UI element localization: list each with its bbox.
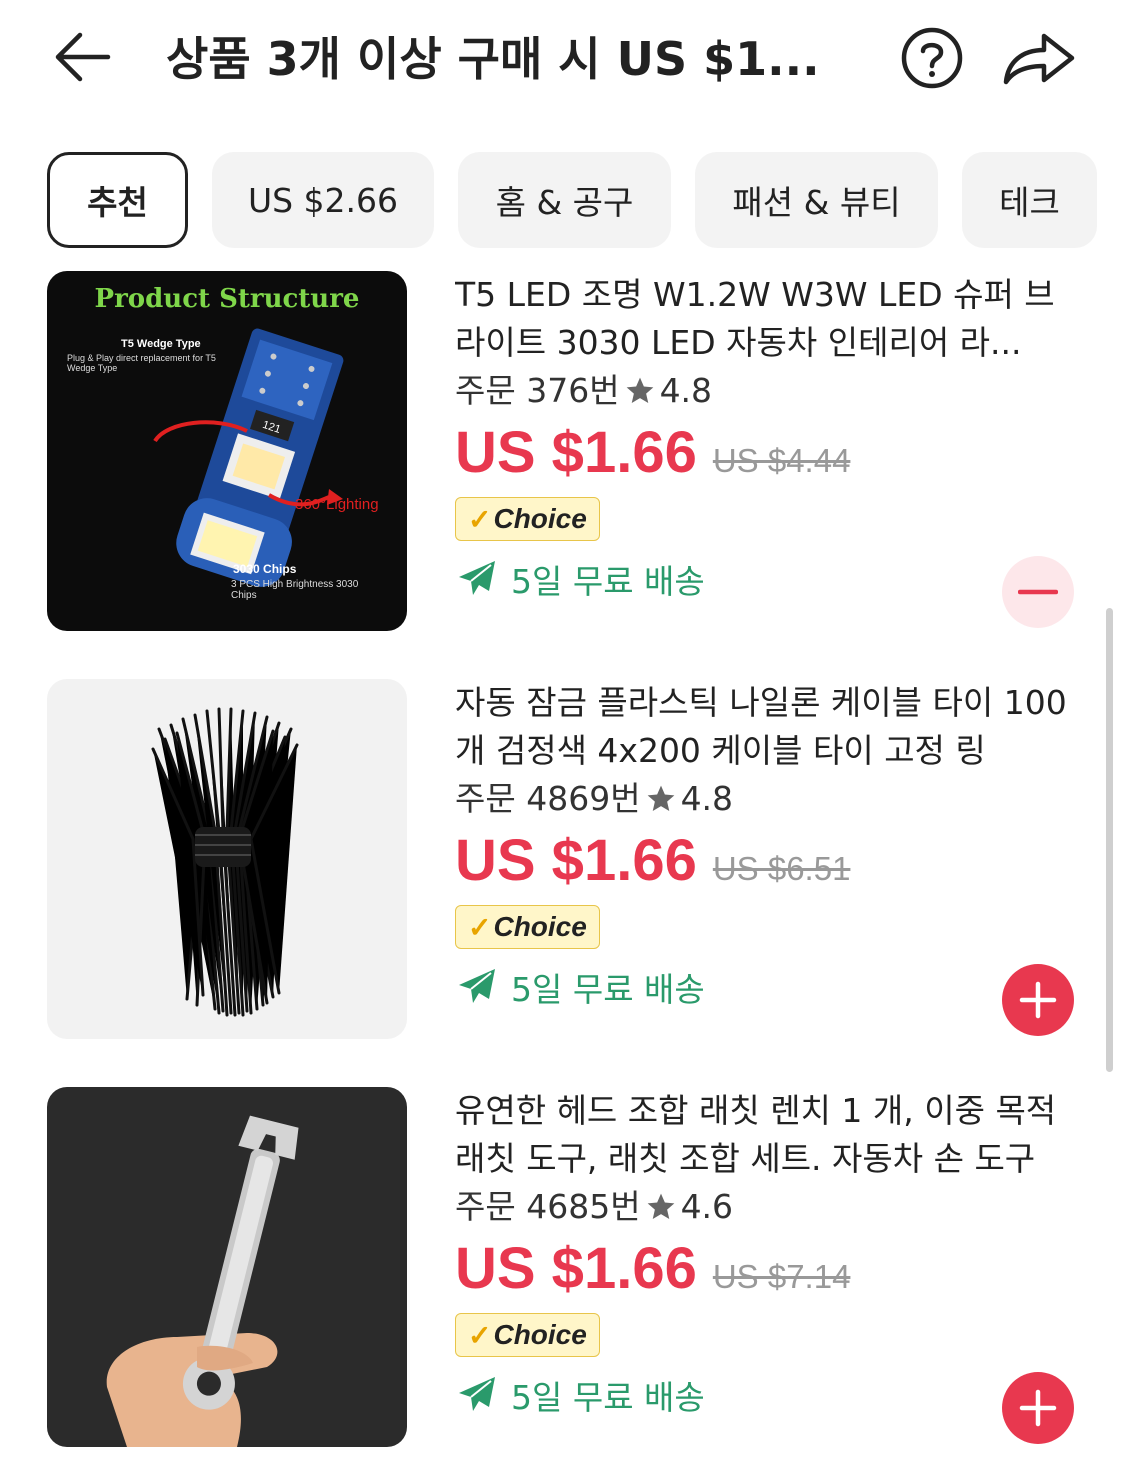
add-to-cart-button[interactable] <box>1002 1372 1074 1444</box>
tab-price[interactable]: US $2.66 <box>212 152 434 248</box>
product-card[interactable]: 자동 잠금 플라스틱 나일론 케이블 타이 100 개 검정색 4x200 케이… <box>0 679 1124 1039</box>
rating-value: 4.8 <box>659 371 713 410</box>
order-count: 주문 4869번 <box>455 779 641 818</box>
check-icon: ✓ <box>468 911 492 943</box>
choice-badge-label: Choice <box>493 503 587 534</box>
image-label-type: T5 Wedge Type <box>121 338 201 350</box>
original-price: US $6.51 <box>712 850 851 887</box>
product-stats: 주문 4869번 4.8 <box>455 775 1085 823</box>
order-count: 주문 4685번 <box>455 1187 641 1226</box>
shipping-info: 5일 무료 배송 <box>455 963 1085 1011</box>
airplane-icon <box>459 969 495 1003</box>
choice-badge-label: Choice <box>493 911 587 942</box>
sale-price: US $1.66 <box>455 828 697 893</box>
sale-price: US $1.66 <box>455 1236 697 1301</box>
image-label-chips-sub: 3 PCS High Brightness 3030 Chips <box>231 579 359 601</box>
product-image[interactable] <box>47 679 407 1039</box>
image-label-plug: Plug & Play direct replacement for T5 We… <box>67 353 216 373</box>
product-info: 자동 잠금 플라스틱 나일론 케이블 타이 100 개 검정색 4x200 케이… <box>455 679 1085 1011</box>
check-icon: ✓ <box>468 1319 492 1351</box>
shipping-label: 5일 무료 배송 <box>511 1378 705 1417</box>
question-circle-icon <box>901 27 963 89</box>
image-label-chips: 3030 Chips <box>233 562 297 576</box>
share-button[interactable] <box>1000 26 1078 90</box>
shipping-info: 5일 무료 배송 <box>455 555 1085 603</box>
star-icon <box>626 377 653 403</box>
airplane-icon <box>459 1377 495 1411</box>
led-bulb-image: Product Structure T5 Wedge Type Plug & P… <box>67 284 379 601</box>
plus-icon <box>1019 1389 1057 1427</box>
choice-badge: ✓ Choice <box>455 1313 600 1357</box>
tab-fashion-beauty[interactable]: 패션 & 뷰티 <box>695 152 938 248</box>
share-arrow-icon <box>1003 33 1075 85</box>
product-card[interactable]: 유연한 헤드 조합 래칫 렌치 1 개, 이중 목적 래칫 도구, 래칫 조합 … <box>0 1087 1124 1447</box>
tab-recommended[interactable]: 추천 <box>47 152 188 248</box>
cable-ties-image <box>151 707 299 1017</box>
tab-tech[interactable]: 테크 <box>962 152 1097 248</box>
price-row: US $1.66 US $4.44 <box>455 419 1085 487</box>
star-icon <box>647 785 674 811</box>
image-label-lighting: 360°Lighting <box>295 496 379 513</box>
product-card[interactable]: Product Structure T5 Wedge Type Plug & P… <box>0 271 1124 631</box>
top-bar: 상품 3개 이상 구매 시 US $1... <box>0 0 1124 130</box>
arrow-left-icon <box>55 32 111 82</box>
product-image[interactable] <box>47 1087 407 1447</box>
rating-value: 4.6 <box>680 1187 734 1226</box>
image-heading: Product Structure <box>95 284 360 314</box>
category-tabs: 추천 US $2.66 홈 & 공구 패션 & 뷰티 테크 <box>0 152 1124 248</box>
product-title[interactable]: T5 LED 조명 W1.2W W3W LED 슈퍼 브라이트 3030 LED… <box>455 271 1085 367</box>
shipping-info: 5일 무료 배송 <box>455 1371 1085 1419</box>
add-to-cart-button[interactable] <box>1002 964 1074 1036</box>
product-stats: 주문 376번 4.8 <box>455 367 1085 415</box>
original-price: US $7.14 <box>712 1258 851 1295</box>
back-button[interactable] <box>52 26 114 88</box>
original-price: US $4.44 <box>712 442 851 479</box>
shipping-label: 5일 무료 배송 <box>511 562 705 601</box>
product-title[interactable]: 자동 잠금 플라스틱 나일론 케이블 타이 100 개 검정색 4x200 케이… <box>455 679 1085 775</box>
ratchet-wrench-image <box>106 1115 299 1447</box>
choice-badge: ✓ Choice <box>455 905 600 949</box>
plus-icon <box>1019 981 1057 1019</box>
remove-from-cart-button[interactable] <box>1002 556 1074 628</box>
price-row: US $1.66 US $6.51 <box>455 827 1085 895</box>
scrollbar[interactable] <box>1106 608 1113 1072</box>
help-button[interactable] <box>900 26 964 90</box>
airplane-icon <box>459 561 495 595</box>
product-title[interactable]: 유연한 헤드 조합 래칫 렌치 1 개, 이중 목적 래칫 도구, 래칫 조합 … <box>455 1087 1085 1183</box>
check-icon: ✓ <box>468 503 492 535</box>
rating-value: 4.8 <box>680 779 734 818</box>
product-info: T5 LED 조명 W1.2W W3W LED 슈퍼 브라이트 3030 LED… <box>455 271 1085 603</box>
choice-badge: ✓ Choice <box>455 497 600 541</box>
page-title: 상품 3개 이상 구매 시 US $1... <box>166 32 820 86</box>
product-info: 유연한 헤드 조합 래칫 렌치 1 개, 이중 목적 래칫 도구, 래칫 조합 … <box>455 1087 1085 1419</box>
tab-home-tools[interactable]: 홈 & 공구 <box>458 152 671 248</box>
shipping-label: 5일 무료 배송 <box>511 970 705 1009</box>
product-image[interactable]: Product Structure T5 Wedge Type Plug & P… <box>47 271 407 631</box>
order-count: 주문 376번 <box>455 371 620 410</box>
sale-price: US $1.66 <box>455 420 697 485</box>
minus-icon <box>1018 589 1058 595</box>
star-icon <box>647 1193 674 1219</box>
price-row: US $1.66 US $7.14 <box>455 1235 1085 1303</box>
product-stats: 주문 4685번 4.6 <box>455 1183 1085 1231</box>
choice-badge-label: Choice <box>493 1319 587 1350</box>
